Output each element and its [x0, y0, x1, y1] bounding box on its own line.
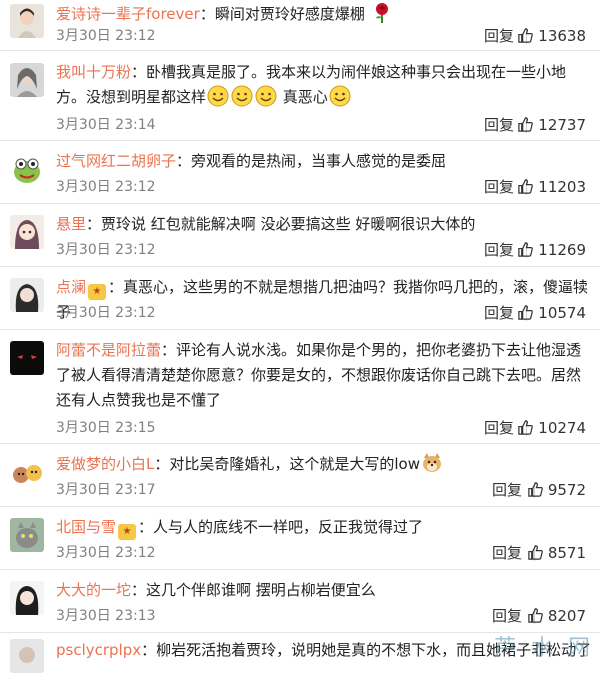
avatar[interactable]: [10, 581, 44, 615]
like-button[interactable]: 13638: [517, 24, 586, 48]
like-count: 11203: [538, 178, 586, 196]
thumbs-up-icon: [518, 242, 534, 257]
comment-text: 贾玲说 红包就能解决啊 没必要搞这些 好暖啊很识大体的: [101, 215, 476, 233]
comment-meta: 3月30日 23:13 回复 8207: [56, 604, 592, 628]
like-count: 9572: [547, 481, 586, 499]
comment-body: 悬里：贾玲说 红包就能解决啊 没必要搞这些 好暖啊很识大体的: [56, 215, 476, 233]
like-button[interactable]: 11203: [517, 175, 586, 199]
comment-meta: 3月30日 23:12 回复 10574: [56, 301, 592, 325]
comment-item: 大大的一坨：这几个伴郎谁啊 摆明占柳岩便宜么 3月30日 23:13 回复 82…: [0, 570, 600, 633]
comment-body: 北国与雪 ★ ：人与人的底线不一样吧，反正我觉得过了: [56, 515, 592, 540]
username-link[interactable]: 悬里: [56, 215, 86, 233]
like-button[interactable]: 8571: [527, 541, 586, 565]
comment-meta: 3月30日 23:17 回复 9572: [56, 478, 592, 502]
comment-text-tail: 真恶心: [282, 88, 328, 106]
thumbs-up-icon: [528, 608, 543, 623]
comment-body: 阿蕾不是阿拉蕾：评论有人说水浅。如果你是个男的，把你老婆扔下去让他湿透了被人看得…: [56, 341, 582, 409]
comment-item: 爱做梦的小白L：对比吴奇隆婚礼，这个就是大写的low 3月30日 23:17 回…: [0, 444, 600, 507]
avatar[interactable]: [10, 518, 44, 552]
like-count: 12737: [538, 116, 586, 134]
like-count: 11269: [538, 241, 586, 259]
avatar[interactable]: [10, 278, 44, 312]
avatar[interactable]: [10, 455, 44, 489]
rose-icon: [375, 3, 388, 23]
like-count: 10274: [538, 419, 586, 437]
username-link[interactable]: 阿蕾不是阿拉蕾: [56, 341, 161, 359]
comment-meta: 3月30日 23:12 回复 13638: [56, 24, 592, 48]
timestamp: 3月30日 23:12: [56, 305, 156, 321]
comment-meta: 3月30日 23:14 回复 12737: [56, 113, 592, 137]
timestamp: 3月30日 23:14: [56, 117, 156, 133]
smiley-icon: [231, 85, 253, 107]
username-link[interactable]: 爱做梦的小白L: [56, 455, 154, 473]
username-link[interactable]: 大大的一坨: [56, 581, 131, 599]
comment-body: 我叫十万粉：卧槽我真是服了。我本来以为闹伴娘这种事只会出现在一些小地方。没想到明…: [56, 63, 567, 107]
thumbs-up-icon: [528, 482, 543, 497]
timestamp: 3月30日 23:15: [56, 420, 156, 436]
comment-text: 对比吴奇隆婚礼，这个就是大写的low: [169, 455, 420, 473]
comment-item: 爱诗诗一辈子forever：瞬间对贾玲好感度爆棚 3月30日 23:12 回复 …: [0, 0, 600, 51]
like-button[interactable]: 12737: [517, 113, 586, 137]
avatar[interactable]: [10, 152, 44, 186]
comment-item: 我叫十万粉：卧槽我真是服了。我本来以为闹伴娘这种事只会出现在一些小地方。没想到明…: [0, 51, 600, 141]
like-count: 10574: [538, 304, 586, 322]
timestamp: 3月30日 23:12: [56, 28, 156, 44]
username-link[interactable]: psclycrplpx: [56, 641, 141, 659]
timestamp: 3月30日 23:12: [56, 545, 156, 561]
avatar[interactable]: [10, 4, 44, 38]
comment-item: 阿蕾不是阿拉蕾：评论有人说水浅。如果你是个男的，把你老婆扔下去让他湿透了被人看得…: [0, 330, 600, 444]
smiley-icon: [329, 85, 351, 107]
comment-meta: 3月30日 23:12 回复 11269: [56, 238, 592, 262]
thumbs-up-icon: [518, 179, 534, 194]
thumbs-up-icon: [518, 28, 534, 43]
like-button[interactable]: 11269: [517, 238, 586, 262]
member-badge-icon: ★: [118, 524, 137, 540]
timestamp: 3月30日 23:12: [56, 242, 156, 258]
watermark: 芦 水 网: [494, 636, 594, 661]
avatar[interactable]: [10, 341, 44, 375]
thumbs-up-icon: [528, 545, 543, 560]
timestamp: 3月30日 23:17: [56, 482, 156, 498]
like-button[interactable]: 9572: [527, 478, 586, 502]
username-link[interactable]: 我叫十万粉: [56, 63, 131, 81]
avatar[interactable]: [10, 215, 44, 249]
like-button[interactable]: 8207: [527, 604, 586, 628]
thumbs-up-icon: [518, 117, 534, 132]
thumbs-up-icon: [518, 420, 534, 435]
comment-body: 大大的一坨：这几个伴郎谁啊 摆明占柳岩便宜么: [56, 581, 376, 599]
smiley-icon: [255, 85, 277, 107]
comment-item: 北国与雪 ★ ：人与人的底线不一样吧，反正我觉得过了 3月30日 23:12 回复 …: [0, 507, 600, 570]
comment-text: 人与人的底线不一样吧，反正我觉得过了: [153, 518, 424, 536]
smiley-icon: [207, 85, 229, 107]
comment-meta: 3月30日 23:12 回复 11203: [56, 175, 592, 199]
username-link[interactable]: 过气网红二胡卵子: [56, 152, 176, 170]
avatar[interactable]: [10, 639, 44, 673]
comment-item: 悬里：贾玲说 红包就能解决啊 没必要搞这些 好暖啊很识大体的 3月30日 23:…: [0, 204, 600, 267]
like-button[interactable]: 10274: [517, 416, 586, 440]
like-count: 13638: [538, 27, 586, 45]
timestamp: 3月30日 23:12: [56, 179, 156, 195]
comment-body: 爱做梦的小白L：对比吴奇隆婚礼，这个就是大写的low: [56, 452, 592, 477]
username-link[interactable]: 点澜: [56, 278, 86, 296]
comment-item: 过气网红二胡卵子：旁观看的是热闹，当事人感觉的是委屈 3月30日 23:12 回…: [0, 141, 600, 204]
comment-text: 旁观看的是热闹，当事人感觉的是委屈: [191, 152, 447, 170]
avatar[interactable]: [10, 63, 44, 97]
doge-icon: [423, 453, 441, 472]
comment-meta: 3月30日 23:15 回复 10274: [56, 416, 592, 440]
comment-text: 瞬间对贾玲好感度爆棚: [214, 5, 365, 23]
timestamp: 3月30日 23:13: [56, 608, 156, 624]
comment-text: 这几个伴郎谁啊 摆明占柳岩便宜么: [146, 581, 376, 599]
comment-meta: 3月30日 23:12 回复 8571: [56, 541, 592, 565]
member-badge-icon: ★: [88, 284, 107, 300]
comment-item: 点澜 ★ ：真恶心，这些男的不就是想揩几把油吗？我揩你吗几把的，滚，傻逼犊子 3月3…: [0, 267, 600, 330]
username-link[interactable]: 爱诗诗一辈子forever: [56, 5, 200, 23]
like-count: 8571: [547, 544, 586, 562]
username-link[interactable]: 北国与雪: [56, 518, 116, 536]
like-button[interactable]: 10574: [517, 301, 586, 325]
thumbs-up-icon: [518, 305, 534, 320]
comment-body: 过气网红二胡卵子：旁观看的是热闹，当事人感觉的是委屈: [56, 152, 447, 170]
like-count: 8207: [547, 607, 586, 625]
comment-feed: 爱诗诗一辈子forever：瞬间对贾玲好感度爆棚 3月30日 23:12 回复 …: [0, 0, 600, 673]
